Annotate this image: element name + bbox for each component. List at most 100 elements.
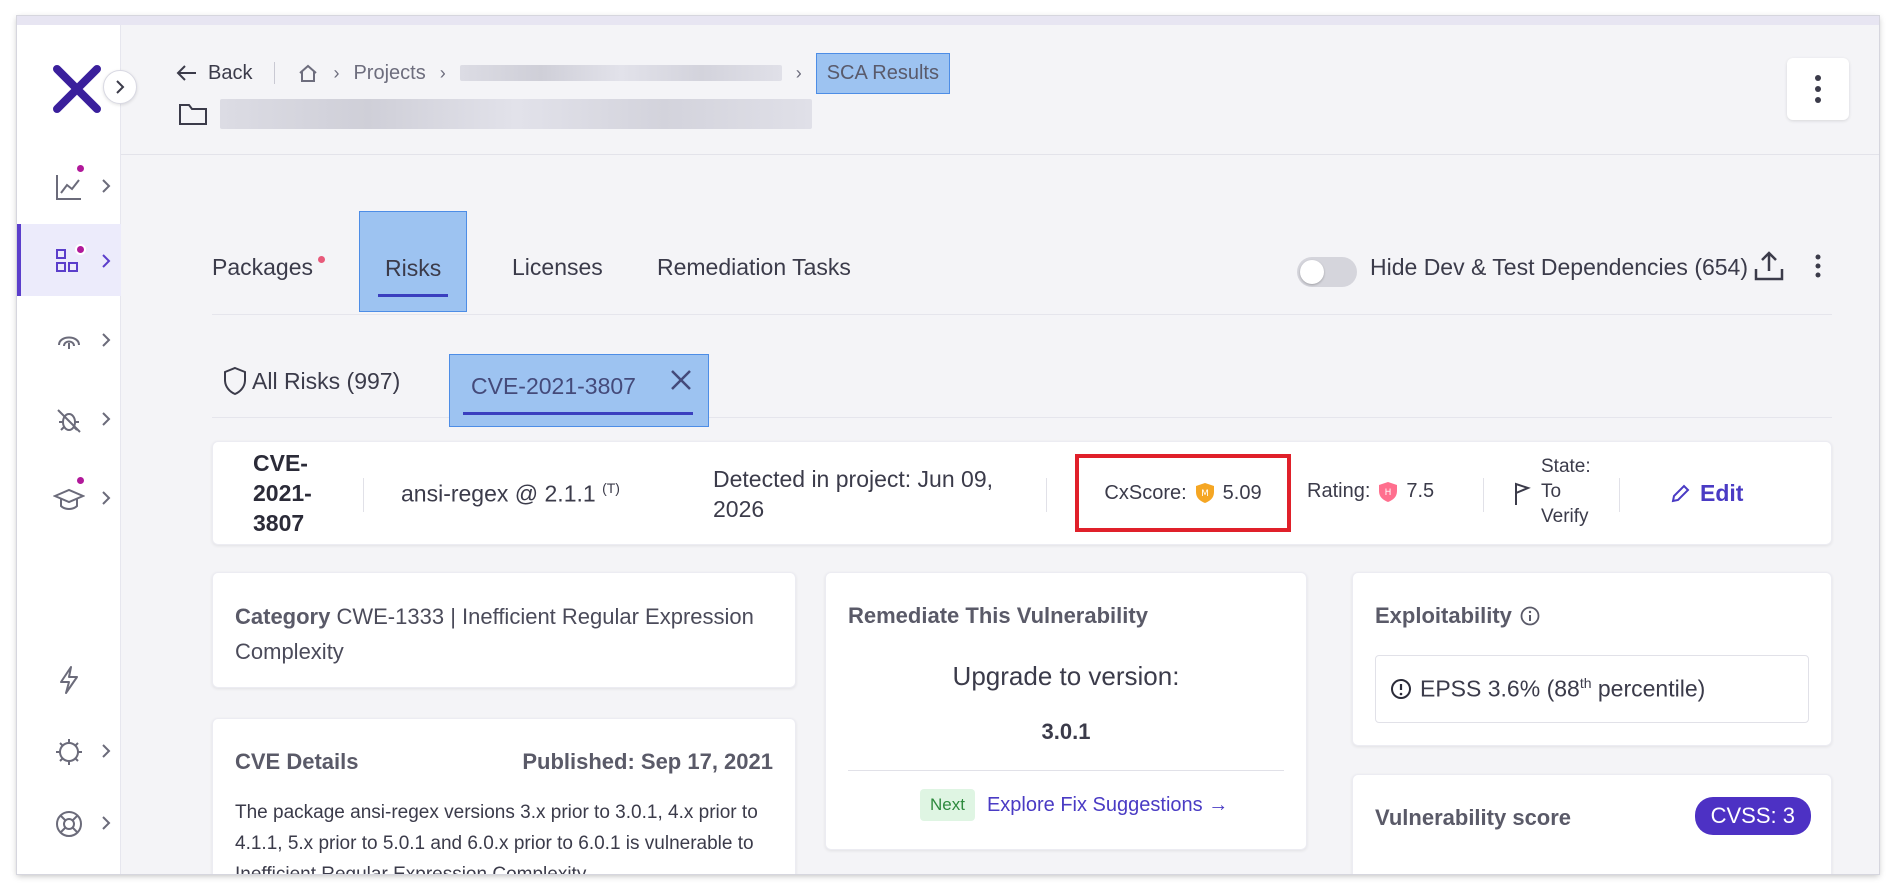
more-vertical-icon: [1815, 75, 1821, 103]
explore-fix-suggestions-link[interactable]: Explore Fix Suggestions →: [987, 794, 1228, 817]
dashboard-chart-icon: [56, 175, 81, 200]
cxscore-highlight: CxScore: M 5.09: [1075, 454, 1291, 532]
home-icon[interactable]: [297, 63, 319, 83]
breadcrumb-projects[interactable]: Projects: [353, 62, 425, 85]
sidebar: [17, 25, 121, 874]
page-header: Back › Projects › › SCA Results: [121, 25, 1879, 155]
shield-icon: [224, 366, 246, 396]
toggle-knob: [1300, 260, 1324, 284]
breadcrumb-project-name-redacted[interactable]: [459, 65, 782, 81]
sidebar-item-fingerprint[interactable]: [17, 303, 121, 375]
folder-icon: [179, 104, 207, 125]
project-title-redacted: [220, 99, 812, 129]
breadcrumb-separator-icon: ›: [333, 62, 340, 83]
epss-text: EPSS 3.6% (88th percentile): [1420, 675, 1705, 703]
cxscore-badge-letter: M: [1201, 489, 1209, 499]
published-date: Published: Sep 17, 2021: [522, 749, 773, 774]
package-name[interactable]: ansi-regex @ 2.1.1 (T): [401, 480, 620, 508]
breadcrumb-sca-results[interactable]: SCA Results: [815, 52, 950, 94]
next-step-row: Next Explore Fix Suggestions →: [920, 789, 1228, 821]
divider: [1046, 478, 1047, 512]
sidebar-item-integrations[interactable]: [17, 642, 121, 714]
help-lifebuoy-icon: [56, 811, 82, 837]
notification-dot: [75, 244, 86, 255]
exploitability-title: Exploitability: [1375, 603, 1512, 628]
cve-id: CVE-2021-3807: [253, 450, 312, 536]
divider: [363, 478, 364, 512]
epss-suffix: percentile): [1591, 675, 1706, 702]
risk-filter-tabs: All Risks (997) CVE-2021-3807: [212, 354, 1832, 427]
sidebar-expand-button[interactable]: [103, 70, 137, 104]
exploitability-header: Exploitability: [1375, 603, 1540, 629]
sidebar-item-help[interactable]: [17, 786, 121, 858]
arrow-left-icon: [176, 65, 196, 81]
header-more-button[interactable]: [1787, 58, 1849, 120]
pencil-icon: [1671, 484, 1690, 502]
tab-packages[interactable]: Packages: [212, 254, 326, 281]
divider: [1619, 478, 1620, 512]
tab-label: CVE-2021-3807: [471, 373, 636, 399]
sidebar-item-applications[interactable]: [17, 224, 121, 296]
divider: [274, 62, 276, 84]
tab-label: Risks: [385, 255, 442, 281]
more-vertical-icon[interactable]: [1812, 253, 1824, 279]
tab-remediation-tasks[interactable]: Remediation Tasks: [657, 254, 851, 281]
close-icon[interactable]: [668, 367, 694, 393]
edit-label: Edit: [1700, 480, 1744, 506]
info-icon[interactable]: [1520, 606, 1540, 626]
breadcrumb-separator-icon: ›: [795, 62, 802, 83]
chevron-right-icon: [116, 80, 125, 94]
notification-dot: [75, 475, 86, 486]
graduation-cap-icon: [53, 488, 85, 510]
vulnerability-score-card: Vulnerability score CVSS: 3: [1352, 774, 1832, 874]
divider: [1483, 478, 1484, 512]
remediate-title: Remediate This Vulnerability: [848, 603, 1148, 628]
flag-icon: [1515, 482, 1531, 505]
back-button[interactable]: Back: [176, 62, 252, 85]
tab-risks[interactable]: Risks: [359, 211, 467, 312]
active-tab-indicator: [463, 412, 693, 415]
sidebar-item-settings[interactable]: [17, 714, 121, 786]
settings-gear-icon: [56, 739, 82, 765]
alert-circle-icon: [1391, 679, 1411, 699]
sidebar-item-bugs[interactable]: [17, 382, 121, 454]
hide-dev-dependencies-toggle[interactable]: [1297, 257, 1357, 287]
risk-summary-bar: CVE-2021-3807 ansi-regex @ 2.1.1 (T) Det…: [212, 441, 1832, 545]
project-title-row: [178, 99, 812, 129]
epss-box: EPSS 3.6% (88th percentile): [1375, 655, 1809, 723]
tab-cve-filter[interactable]: CVE-2021-3807: [449, 354, 709, 427]
chevron-right-icon: [102, 179, 111, 193]
cve-details-title: CVE Details: [235, 749, 359, 774]
tab-all-risks[interactable]: All Risks (997): [222, 366, 400, 396]
rating-badge-letter: H: [1385, 488, 1392, 498]
sidebar-item-dashboard[interactable]: [17, 149, 121, 221]
tab-licenses[interactable]: Licenses: [512, 254, 603, 281]
window-top-strip: [17, 16, 1879, 25]
package-tag: (T): [602, 480, 620, 496]
category-label: Category: [235, 604, 331, 629]
upgrade-label: Upgrade to version:: [952, 661, 1180, 691]
chevron-right-icon: [102, 491, 111, 505]
breadcrumb: Back › Projects › › SCA Results: [176, 52, 950, 94]
rating: Rating: H 7.5: [1307, 480, 1434, 503]
active-tab-indicator: [378, 294, 448, 297]
state-value: State: To Verify: [1541, 456, 1591, 527]
export-upload-icon[interactable]: [1752, 249, 1786, 283]
notification-dot: [318, 256, 326, 263]
app-window: Back › Projects › › SCA Results Packages…: [17, 16, 1879, 874]
sidebar-item-learning[interactable]: [17, 461, 121, 533]
cxscore-label: CxScore:: [1104, 481, 1187, 504]
epss-main: EPSS 3.6% (88: [1420, 675, 1580, 702]
hide-dev-dependencies-label: Hide Dev & Test Dependencies (654): [1370, 254, 1749, 280]
checkmarx-logo-icon[interactable]: [47, 59, 107, 119]
chevron-right-icon: [102, 744, 111, 758]
next-badge: Next: [920, 789, 975, 821]
rating-value: 7.5: [1406, 480, 1435, 502]
edit-button[interactable]: Edit: [1670, 480, 1743, 507]
detected-date: Detected in project: Jun 09, 2026: [713, 466, 993, 522]
notification-dot: [75, 163, 86, 174]
cve-description: The package ansi-regex versions 3.x prio…: [235, 802, 758, 874]
upgrade-version: 3.0.1: [1041, 719, 1091, 744]
cvss-badge: CVSS: 3: [1694, 797, 1811, 835]
remediate-card: Remediate This Vulnerability Upgrade to …: [825, 572, 1307, 850]
